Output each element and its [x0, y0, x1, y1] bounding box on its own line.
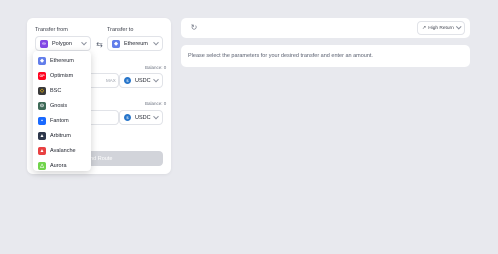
routes-info-card: Please select the parameters for your de… — [181, 45, 470, 67]
ethereum-icon: ◆ — [112, 39, 120, 48]
chevron-down-icon — [81, 39, 87, 45]
refresh-icon[interactable]: ↻ — [189, 23, 199, 33]
chain-dropdown-menu: ◆ Ethereum OP Optimism ◇ BSC ⊙ Gnosis ▪ … — [33, 51, 91, 171]
token-2-value: USDC — [135, 114, 151, 121]
token-1-value: USDC — [135, 77, 151, 84]
route-sort-select[interactable]: ↗ High Return — [417, 21, 465, 35]
dropdown-item-bsc[interactable]: ◇ BSC — [33, 83, 91, 98]
dropdown-item-arbitrum[interactable]: ▲ Arbitrum — [33, 128, 91, 143]
optimism-icon: OP — [38, 71, 46, 80]
bsc-icon: ◇ — [38, 86, 46, 95]
trend-up-icon: ↗ — [422, 25, 427, 31]
fantom-icon: ▪ — [38, 116, 46, 125]
token-select-1[interactable]: $ USDC — [119, 73, 163, 88]
dropdown-item-label: Aurora — [50, 162, 67, 169]
routes-message: Please select the parameters for your de… — [188, 53, 373, 59]
dropdown-item-label: Fantom — [50, 117, 69, 124]
polygon-icon: ∞ — [40, 39, 48, 48]
arbitrum-icon: ▲ — [38, 131, 46, 140]
route-sort-value: High Return — [428, 25, 454, 31]
dropdown-item-label: Avalanche — [50, 147, 76, 154]
usdc-icon: $ — [124, 114, 131, 121]
transfer-from-label: Transfer from — [35, 27, 68, 33]
balance-1: Balance: 0 — [145, 65, 167, 70]
dropdown-item-label: Optimism — [50, 72, 74, 79]
chevron-down-icon — [153, 113, 159, 119]
ethereum-icon: ◆ — [38, 56, 46, 65]
swap-icon[interactable]: ⇆ — [95, 40, 104, 49]
chevron-down-icon — [153, 39, 159, 45]
usdc-icon: $ — [124, 77, 131, 84]
max-button[interactable]: MAX — [106, 78, 116, 83]
dropdown-item-label: Ethereum — [50, 57, 74, 64]
balance-2: Balance: 0 — [145, 101, 167, 106]
avalanche-icon: ▲ — [38, 146, 46, 155]
from-chain-value: Polygon — [52, 40, 72, 47]
aurora-icon: △ — [38, 161, 46, 170]
dropdown-item-fantom[interactable]: ▪ Fantom — [33, 113, 91, 128]
routes-toolbar: ↻ ↗ High Return — [181, 18, 470, 38]
token-select-2[interactable]: $ USDC — [119, 110, 163, 125]
to-chain-select[interactable]: ◆ Ethereum — [107, 36, 163, 51]
dropdown-item-aurora[interactable]: △ Aurora — [33, 158, 91, 173]
transfer-to-label: Transfer to — [107, 27, 134, 33]
gnosis-icon: ⊙ — [38, 101, 46, 110]
dropdown-item-label: Arbitrum — [50, 132, 71, 139]
dropdown-item-label: Gnosis — [50, 102, 68, 109]
dropdown-item-label: BSC — [50, 87, 62, 94]
chevron-down-icon — [455, 24, 461, 30]
dropdown-item-optimism[interactable]: OP Optimism — [33, 68, 91, 83]
from-chain-select[interactable]: ∞ Polygon — [35, 36, 91, 51]
dropdown-item-ethereum[interactable]: ◆ Ethereum — [33, 53, 91, 68]
dropdown-item-gnosis[interactable]: ⊙ Gnosis — [33, 98, 91, 113]
to-chain-value: Ethereum — [124, 40, 148, 47]
dropdown-item-avalanche[interactable]: ▲ Avalanche — [33, 143, 91, 158]
chevron-down-icon — [153, 76, 159, 82]
